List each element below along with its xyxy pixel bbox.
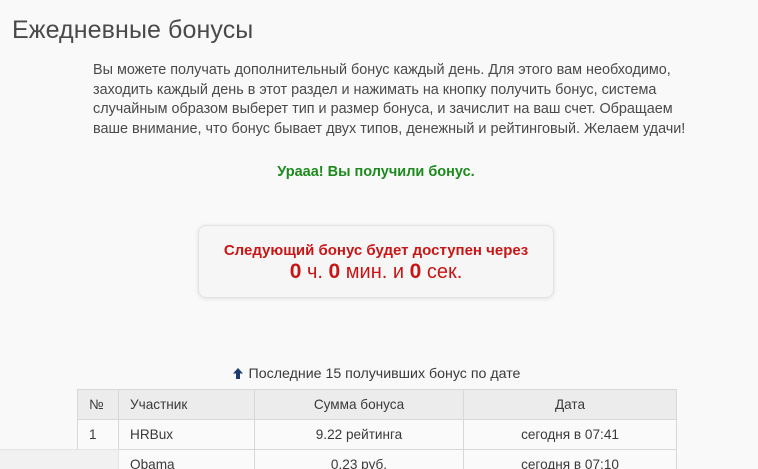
column-header-participant: Участник — [118, 389, 255, 420]
timer-countdown: 0 ч. 0 мин. и 0 сек. — [199, 260, 553, 284]
bottom-overlay-panel — [0, 449, 119, 469]
column-header-date: Дата — [463, 389, 677, 420]
table-row: 1 HRBux 9.22 рейтинга сегодня в 07:41 — [77, 419, 677, 450]
row-participant: Obama — [118, 449, 255, 469]
timer-seconds: 0 — [409, 260, 422, 283]
row-number: 1 — [77, 419, 119, 450]
timer-minutes-unit: мин. и — [345, 261, 405, 283]
timer-hours-unit: ч. — [306, 261, 323, 283]
timer-heading: Следующий бонус будет доступен через — [223, 242, 529, 259]
intro-line: Вы можете получать дополнительный бонус … — [93, 62, 671, 78]
row-amount: 9.22 рейтинга — [254, 419, 464, 450]
timer-hours: 0 — [289, 260, 302, 283]
intro-text: Вы можете получать дополнительный бонус … — [93, 61, 733, 139]
row-amount: 0.23 руб. — [254, 449, 464, 469]
row-participant: HRBux — [118, 419, 255, 450]
recent-bonuses-heading: Последние 15 получивших бонус по дате — [0, 366, 752, 384]
page-title: Ежедневные бонусы — [12, 16, 254, 44]
table-row: Obama 0.23 руб. сегодня в 07:10 — [77, 449, 677, 469]
table-header-row: № Участник Сумма бонуса Дата — [77, 389, 677, 420]
recent-bonuses-table: № Участник Сумма бонуса Дата 1 HRBux 9.2… — [77, 389, 677, 469]
intro-line: заходить каждый день в этот раздел и наж… — [93, 81, 657, 98]
intro-line: ваше внимание, что бонус бывает двух тип… — [93, 120, 686, 137]
intro-line: случайным образом выберет тип и размер б… — [93, 101, 673, 117]
column-header-number: № — [77, 389, 119, 420]
timer-minutes: 0 — [328, 260, 341, 283]
row-date: сегодня в 07:10 — [463, 449, 677, 469]
arrow-up-icon — [232, 367, 244, 384]
timer-seconds-unit: сек. — [426, 261, 463, 283]
success-message: Урааа! Вы получили бонус. — [277, 164, 475, 180]
column-header-amount: Сумма бонуса — [254, 389, 464, 420]
daily-bonus-page: Ежедневные бонусы Вы можете получать доп… — [0, 0, 758, 469]
row-date: сегодня в 07:41 — [463, 419, 677, 450]
recent-heading-label: Последние 15 получивших бонус по дате — [248, 366, 521, 382]
next-bonus-timer: Следующий бонус будет доступен через 0 ч… — [198, 225, 554, 298]
